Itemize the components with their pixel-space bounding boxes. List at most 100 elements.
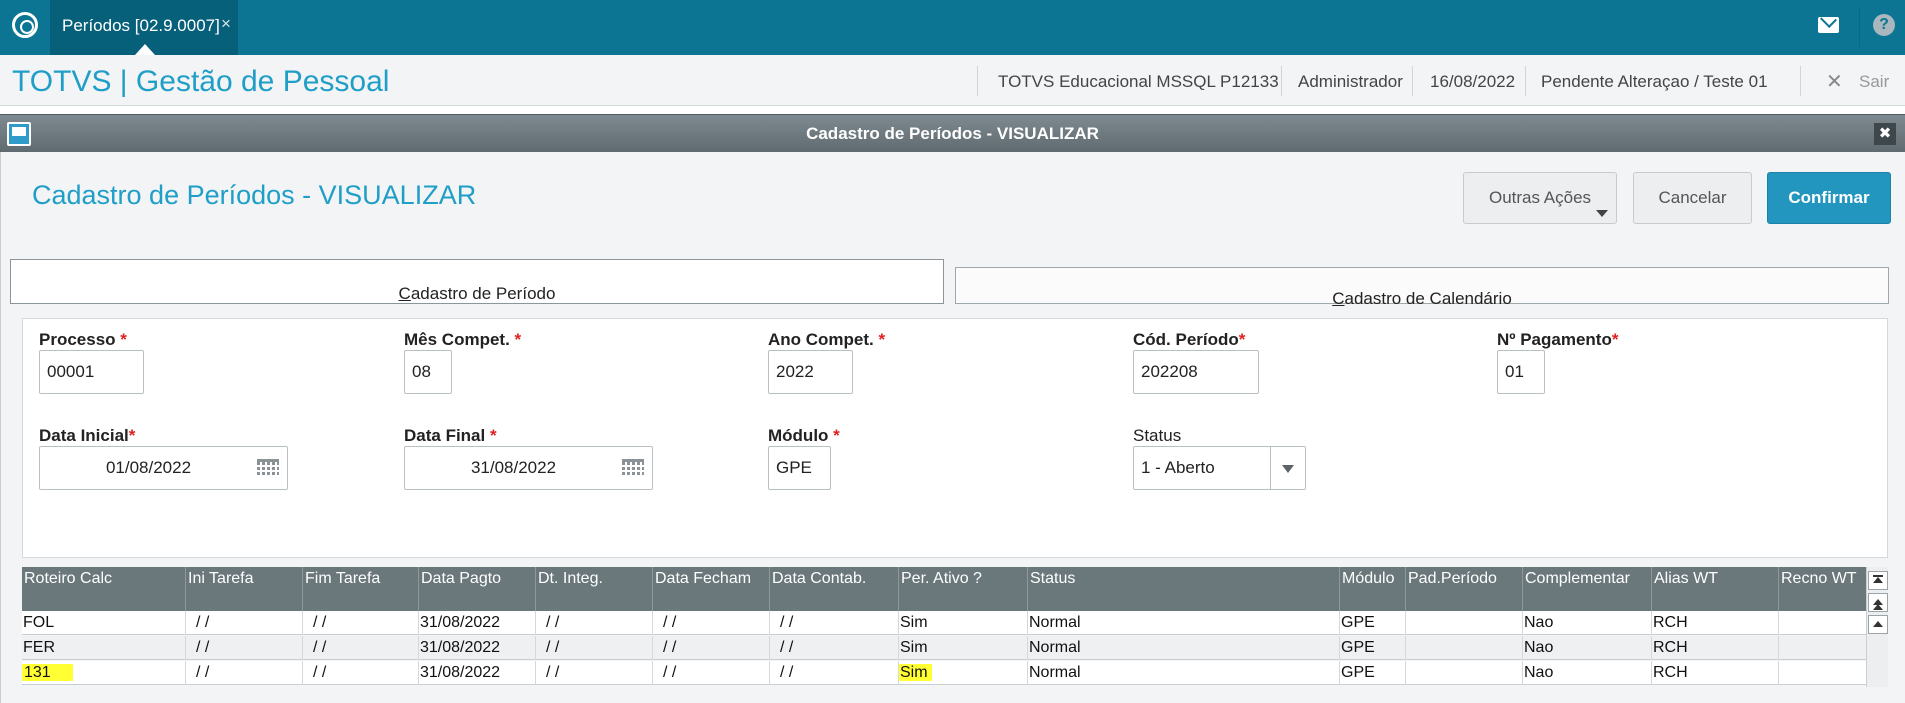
cell-complementar: Nao [1523, 611, 1652, 635]
status-select[interactable]: 1 - Aberto [1133, 446, 1306, 490]
top-navigation-bar: Períodos [02.9.0007] × ? [0, 0, 1905, 55]
tab-close-icon[interactable]: × [221, 14, 231, 34]
column-header[interactable]: Data Fecham [653, 567, 770, 611]
cell-data-pagto: 31/08/2022 [419, 611, 536, 635]
calendar-icon[interactable] [257, 459, 279, 477]
mes-compet-field[interactable]: 08 [404, 350, 452, 394]
totvs-logo-icon[interactable] [12, 12, 38, 38]
grid-scrollbar[interactable] [1866, 567, 1888, 687]
cell-complementar: Nao [1523, 636, 1652, 660]
cell-pad-periodo [1406, 636, 1523, 660]
mail-icon[interactable] [1818, 17, 1839, 33]
cod-periodo-label: Cód. Período* [1133, 330, 1246, 349]
cell-ini-tarefa: / / [186, 661, 303, 685]
column-header[interactable]: Alias WT [1652, 567, 1779, 611]
column-header[interactable]: Status [1028, 567, 1340, 611]
cell-status: Normal [1028, 661, 1340, 685]
scroll-page-up-icon[interactable] [1868, 593, 1888, 612]
tab-active-indicator [135, 44, 155, 55]
cod-periodo-field[interactable]: 202208 [1133, 350, 1259, 394]
modulo-field[interactable]: GPE [768, 446, 831, 490]
cell-ini-tarefa: / / [186, 611, 303, 635]
cell-pad-periodo [1406, 611, 1523, 635]
dialog-close-icon[interactable]: ✖ [1874, 123, 1896, 145]
divider [1859, 8, 1860, 47]
confirm-button[interactable]: Confirmar [1767, 172, 1891, 224]
cell-per-ativo: Sim [899, 611, 1028, 635]
dialog-title-bar: Cadastro de Períodos - VISUALIZAR ✖ [0, 114, 1905, 152]
table-row[interactable]: FOL / / / / 31/08/2022 / / / / / / Sim N… [22, 611, 1867, 635]
column-header[interactable]: Módulo [1340, 567, 1406, 611]
tab-periodos-label: Períodos [02.9.0007] [62, 16, 220, 35]
scroll-top-icon[interactable] [1868, 571, 1888, 590]
cell-fim-tarefa: / / [303, 661, 419, 685]
grid-header: Roteiro Calc Ini Tarefa Fim Tarefa Data … [22, 567, 1867, 611]
cell-per-ativo: Sim [899, 636, 1028, 660]
column-header[interactable]: Data Pagto [419, 567, 536, 611]
scroll-up-icon[interactable] [1868, 615, 1888, 634]
other-actions-label: Outras Ações [1488, 188, 1592, 207]
data-inicial-field[interactable]: 01/08/2022 [39, 446, 288, 490]
date-label[interactable]: 16/08/2022 [1430, 72, 1515, 92]
cell-recno-wt [1779, 611, 1867, 635]
processo-label: Processo * [39, 330, 127, 349]
help-icon[interactable]: ? [1873, 14, 1895, 36]
cell-recno-wt [1779, 636, 1867, 660]
cell-status: Normal [1028, 636, 1340, 660]
column-header[interactable]: Data Contab. [770, 567, 899, 611]
cell-data-pagto: 31/08/2022 [419, 661, 536, 685]
ano-compet-field[interactable]: 2022 [768, 350, 853, 394]
cancel-button[interactable]: Cancelar [1633, 172, 1752, 224]
column-header[interactable]: Per. Ativo ? [899, 567, 1028, 611]
n-pagamento-field[interactable]: 01 [1497, 350, 1545, 394]
cell-dt-integ: / / [536, 661, 653, 685]
column-header[interactable]: Ini Tarefa [186, 567, 303, 611]
status-label: Status [1133, 426, 1182, 445]
column-header[interactable]: Fim Tarefa [303, 567, 419, 611]
processo-field[interactable]: 00001 [39, 350, 144, 394]
tab-label: adastro de Período [410, 284, 556, 303]
user-label[interactable]: Administrador [1298, 72, 1403, 92]
other-actions-button[interactable]: Outras Ações [1463, 172, 1617, 224]
company-branch-label[interactable]: Pendente Alteraçao / Teste 01 [1541, 72, 1768, 92]
cell-dt-integ: / / [536, 611, 653, 635]
column-header[interactable]: Pad.Período [1406, 567, 1523, 611]
cell-data-contab: / / [770, 636, 899, 660]
highlight-mark: 131 [22, 664, 73, 681]
tab-cadastro-de-calendario[interactable]: Cadastro de Calendário [955, 267, 1889, 308]
data-inicial-label: Data Inicial* [39, 426, 136, 445]
cell-per-ativo: Sim [899, 661, 1028, 685]
column-header[interactable]: Roteiro Calc [22, 567, 186, 611]
data-final-field[interactable]: 31/08/2022 [404, 446, 653, 490]
data-final-value: 31/08/2022 [470, 458, 557, 477]
tab-cadastro-de-periodo[interactable]: Cadastro de Período [10, 259, 944, 304]
table-row[interactable]: FER / / / / 31/08/2022 / / / / / / Sim N… [22, 636, 1867, 660]
exit-icon[interactable]: ✕ [1826, 69, 1843, 94]
cell-roteiro: FER [22, 636, 186, 660]
cell-data-contab: / / [770, 611, 899, 635]
environment-label[interactable]: TOTVS Educacional MSSQL P12133 [998, 72, 1279, 92]
cell-roteiro: 131 [22, 661, 186, 685]
highlight-mark: Sim [899, 664, 932, 681]
dialog-title: Cadastro de Períodos - VISUALIZAR [806, 124, 1099, 143]
cell-ini-tarefa: / / [186, 636, 303, 660]
cell-complementar: Nao [1523, 661, 1652, 685]
chevron-down-icon [1282, 465, 1294, 473]
column-header[interactable]: Dt. Integ. [536, 567, 653, 611]
app-title: TOTVS | Gestão de Pessoal [12, 65, 390, 98]
calendar-icon[interactable] [622, 459, 644, 477]
table-row[interactable]: 131 / / / / 31/08/2022 / / / / / / Sim N… [22, 661, 1867, 685]
divider [1281, 66, 1282, 96]
column-header[interactable]: Complementar [1523, 567, 1652, 611]
data-inicial-value: 01/08/2022 [105, 458, 192, 477]
data-final-label: Data Final * [404, 426, 497, 445]
n-pagamento-label: Nº Pagamento* [1497, 330, 1619, 349]
tab-periodos[interactable]: Períodos [02.9.0007] × [50, 0, 238, 55]
exit-button[interactable]: Sair [1859, 72, 1889, 92]
cell-modulo: GPE [1340, 611, 1406, 635]
modulo-label: Módulo * [768, 426, 840, 445]
cell-data-fecham: / / [653, 611, 770, 635]
page-title: Cadastro de Períodos - VISUALIZAR [32, 180, 477, 210]
column-header[interactable]: Recno WT [1779, 567, 1867, 611]
divider [1270, 447, 1271, 489]
